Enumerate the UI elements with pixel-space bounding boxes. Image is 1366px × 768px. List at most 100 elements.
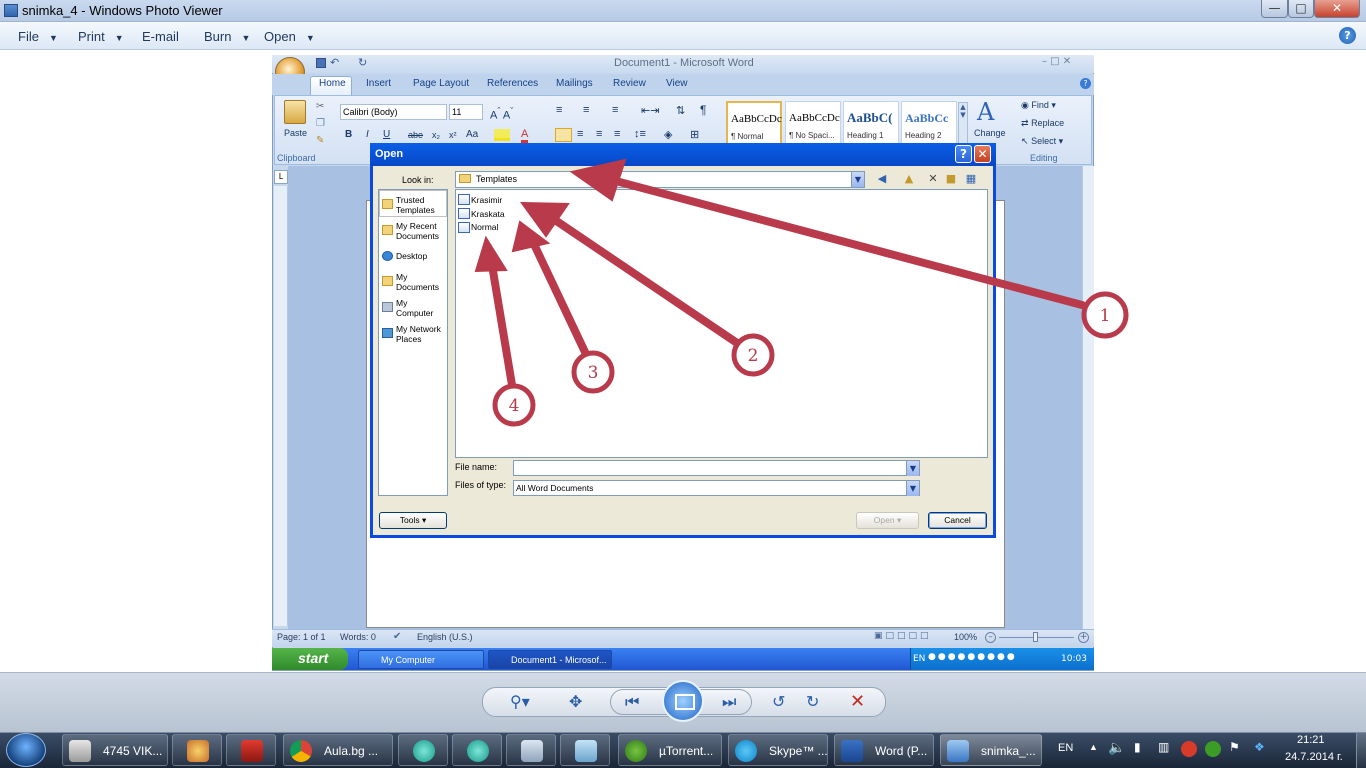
file-list[interactable]: [455, 189, 988, 458]
italic-icon[interactable]: I: [366, 129, 369, 140]
save-icon[interactable]: [316, 58, 326, 68]
xp-task-document1[interactable]: Document1 - Microsof...: [488, 650, 612, 669]
taskbar-item-chrome[interactable]: Aula.bg ...: [283, 734, 393, 766]
power-icon[interactable]: ▮: [1134, 740, 1141, 754]
new-folder-icon[interactable]: ■: [944, 172, 958, 186]
utorrent-tray-icon[interactable]: [1205, 741, 1221, 757]
numbering-icon[interactable]: ≡: [583, 104, 589, 116]
taskbar-item-notes[interactable]: [560, 734, 610, 766]
zoom-slider-thumb[interactable]: [1033, 632, 1038, 642]
line-spacing-icon[interactable]: ↕≡: [634, 128, 646, 140]
zoom-icon[interactable]: ⚲▾: [510, 692, 530, 711]
taskbar-item-acrobat[interactable]: [226, 734, 276, 766]
xp-tray-icons[interactable]: ●●●●●●●●●: [928, 652, 1044, 665]
rotate-right-icon[interactable]: ↻: [806, 692, 819, 711]
style-no-spacing[interactable]: AaBbCcDc ¶ No Spaci...: [785, 101, 841, 145]
menu-open[interactable]: Open ▼: [264, 29, 315, 44]
dialog-help-icon[interactable]: ?: [955, 145, 972, 163]
previous-icon[interactable]: ⏮: [625, 692, 639, 712]
word-window-controls[interactable]: – □ ✕: [1042, 56, 1071, 67]
strikethrough-icon[interactable]: abe: [408, 130, 423, 140]
change-styles-label[interactable]: Change: [974, 128, 1006, 138]
vertical-scrollbar[interactable]: [1082, 166, 1094, 629]
align-left-icon[interactable]: [555, 128, 572, 142]
dropbox-icon[interactable]: ❖: [1254, 740, 1265, 754]
slideshow-button[interactable]: [662, 680, 704, 722]
subscript-icon[interactable]: x₂: [432, 130, 440, 140]
taskbar-item-recycle[interactable]: [398, 734, 448, 766]
next-icon[interactable]: ⏭: [722, 692, 736, 712]
clock-time[interactable]: 21:21: [1297, 734, 1325, 746]
back-icon[interactable]: ◀: [875, 172, 889, 186]
antivirus-icon[interactable]: [1181, 741, 1197, 757]
volume-icon[interactable]: 🔈: [1108, 739, 1125, 756]
paste-icon[interactable]: [284, 100, 306, 124]
taskbar-item-recycle-2[interactable]: [452, 734, 502, 766]
taskbar-item-calculator[interactable]: [506, 734, 556, 766]
style-heading-2[interactable]: AaBbCc Heading 2: [901, 101, 957, 145]
change-styles-icon[interactable]: A: [977, 98, 994, 126]
style-normal[interactable]: AaBbCcDc ¶ Normal: [726, 101, 782, 145]
tools-button[interactable]: Tools ▾: [379, 512, 447, 529]
file-name-input[interactable]: [513, 460, 920, 476]
borders-icon[interactable]: ⊞: [690, 128, 699, 141]
taskbar-item-vik[interactable]: 4745 VIK...: [62, 734, 168, 766]
dialog-close-icon[interactable]: ✕: [974, 145, 991, 163]
change-case-icon[interactable]: Aa: [466, 129, 478, 140]
help-icon[interactable]: ?: [1339, 27, 1356, 44]
superscript-icon[interactable]: x²: [449, 130, 457, 140]
status-zoom[interactable]: 100%: [954, 632, 977, 642]
tab-page-layout[interactable]: Page Layout: [413, 78, 469, 89]
menu-burn[interactable]: Burn ▼: [204, 29, 250, 44]
file-item[interactable]: Normal: [471, 222, 498, 232]
bold-icon[interactable]: B: [345, 129, 352, 140]
find-button[interactable]: ◉ Find ▾: [1021, 100, 1056, 111]
place-my-recent-documents[interactable]: My Recent Documents: [396, 221, 446, 241]
place-desktop[interactable]: Desktop: [396, 251, 446, 261]
tab-home[interactable]: Home: [319, 78, 346, 89]
tab-mailings[interactable]: Mailings: [556, 78, 593, 89]
word-help-icon[interactable]: ?: [1080, 78, 1091, 89]
place-my-computer[interactable]: My Computer: [396, 298, 446, 318]
language-indicator[interactable]: EN: [1058, 742, 1073, 754]
zoom-in-icon[interactable]: +: [1078, 632, 1089, 643]
show-hidden-icons-icon[interactable]: ▲: [1089, 742, 1098, 752]
delete-icon[interactable]: ✕: [850, 691, 865, 712]
chevron-down-icon[interactable]: ▼: [851, 172, 864, 187]
xp-lang[interactable]: EN: [913, 654, 925, 664]
taskbar-item-photo-viewer[interactable]: snimka_...: [940, 734, 1042, 766]
view-buttons[interactable]: ▣□□□□: [874, 631, 934, 643]
underline-icon[interactable]: U: [383, 129, 390, 140]
zoom-out-icon[interactable]: –: [985, 632, 996, 643]
tab-references[interactable]: References: [487, 78, 538, 89]
taskbar-item-utorrent[interactable]: µTorrent...: [618, 734, 722, 766]
show-desktop-button[interactable]: [1356, 733, 1366, 768]
redo-icon[interactable]: ↻: [358, 56, 367, 69]
rotate-left-icon[interactable]: ↺: [772, 692, 785, 711]
xp-task-my-computer[interactable]: My Computer: [358, 650, 484, 669]
copy-icon[interactable]: ❐: [316, 118, 325, 129]
network-icon[interactable]: ▥: [1158, 740, 1169, 754]
up-folder-icon[interactable]: ▲: [902, 172, 916, 186]
bullets-icon[interactable]: ≡: [556, 104, 562, 116]
file-item[interactable]: Krasimir: [471, 195, 502, 205]
ruler-tab-selector[interactable]: L: [274, 170, 288, 184]
cancel-button[interactable]: Cancel: [928, 512, 987, 529]
grow-font-icon[interactable]: Aˆ Aˇ: [490, 106, 513, 122]
taskbar-item-skype[interactable]: Skype™ ...: [728, 734, 828, 766]
menu-file[interactable]: File ▼: [18, 29, 58, 44]
sort-icon[interactable]: ⇅: [676, 104, 685, 117]
cut-icon[interactable]: ✂: [316, 101, 324, 112]
actual-size-icon[interactable]: ✥: [569, 692, 582, 711]
styles-gallery-scroll[interactable]: ▲ ▼: [958, 102, 968, 144]
proofing-icon[interactable]: ✔: [393, 631, 401, 642]
file-item[interactable]: Kraskata: [471, 209, 505, 219]
tab-review[interactable]: Review: [613, 78, 646, 89]
chevron-down-icon[interactable]: ▼: [906, 461, 919, 476]
taskbar-item-word[interactable]: Word (P...: [834, 734, 934, 766]
flag-icon[interactable]: ⚑: [1229, 740, 1240, 754]
tab-view[interactable]: View: [666, 78, 688, 89]
taskbar-item-paint[interactable]: [172, 734, 222, 766]
style-heading-1[interactable]: AaBbC( Heading 1: [843, 101, 899, 145]
status-page[interactable]: Page: 1 of 1: [277, 632, 326, 642]
